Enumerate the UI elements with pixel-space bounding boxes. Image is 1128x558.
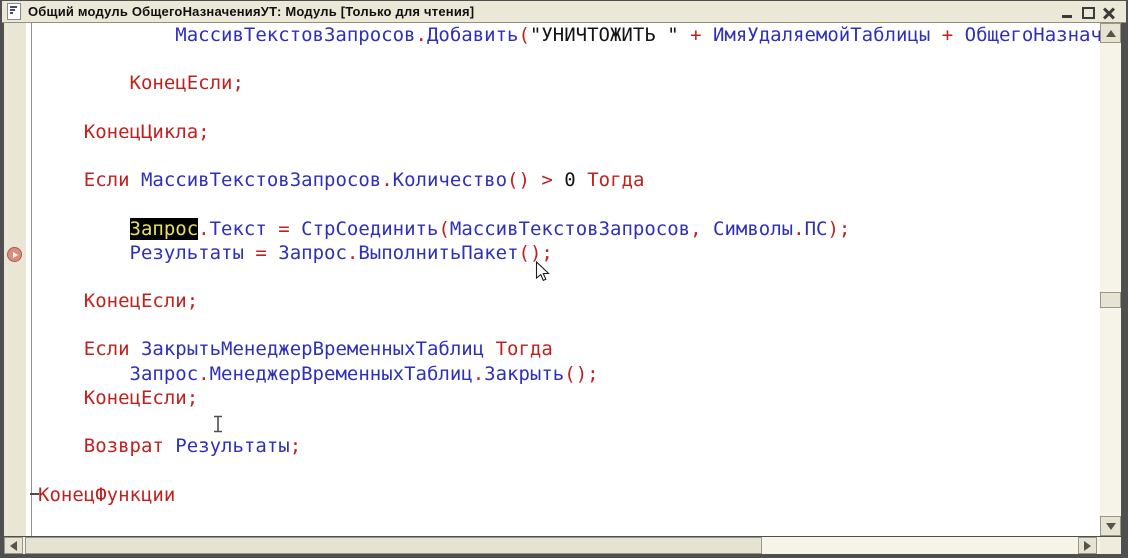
code-line[interactable] [38,47,1100,71]
selected-word[interactable]: Запрос [130,218,199,240]
code-lines: МассивТекстовЗапросов.Добавить("УНИЧТОЖИ… [32,23,1100,507]
maximize-button[interactable] [1081,4,1095,19]
scroll-up-button[interactable] [1100,23,1121,43]
code-line[interactable]: Возврат Результаты; [38,434,1100,458]
code-area[interactable]: МассивТекстовЗапросов.Добавить("УНИЧТОЖИ… [32,23,1100,536]
horizontal-scrollbar[interactable] [4,537,1100,554]
minimize-button[interactable] [1060,4,1074,19]
code-line[interactable]: Запрос.Текст = СтрСоединить(МассивТексто… [38,217,1100,241]
code-line[interactable] [38,144,1100,168]
horizontal-scrollbar-thumb[interactable] [25,537,762,554]
code-line[interactable]: КонецЕсли; [38,289,1100,313]
module-icon [7,3,21,20]
code-line[interactable]: КонецЦикла; [38,120,1100,144]
vertical-scrollbar-thumb[interactable] [1100,292,1121,308]
maximize-icon [1082,7,1095,19]
code-line[interactable]: Если ЗакрытьМенеджерВременныхТаблиц Тогд… [38,337,1100,361]
code-line[interactable] [38,265,1100,289]
current-line-marker-icon [7,247,22,262]
code-line[interactable]: Запрос.МенеджерВременныхТаблиц.Закрыть()… [38,362,1100,386]
scroll-down-icon [1106,523,1116,530]
code-line[interactable]: КонецЕсли; [38,386,1100,410]
scroll-up-icon [1106,30,1116,37]
window-controls [1060,4,1116,19]
scroll-left-icon [10,541,17,551]
close-icon [1103,7,1115,19]
scroll-left-button[interactable] [4,537,23,554]
code-line[interactable] [38,458,1100,482]
module-editor-window: Общий модуль ОбщегоНазначенияУТ: Модуль … [0,0,1128,558]
minimize-icon [1062,15,1072,18]
code-line[interactable] [38,410,1100,434]
scroll-right-icon [1084,541,1091,551]
code-line[interactable]: МассивТекстовЗапросов.Добавить("УНИЧТОЖИ… [38,23,1100,47]
scrollbar-corner [1100,537,1121,554]
titlebar: Общий модуль ОбщегоНазначенияУТ: Модуль … [2,1,1126,23]
code-line[interactable]: Результаты = Запрос.ВыполнитьПакет(); [38,241,1100,265]
scroll-right-button[interactable] [1078,537,1097,554]
code-line[interactable]: КонецЕсли; [38,71,1100,95]
vertical-scrollbar[interactable] [1100,23,1121,536]
fold-end-marker[interactable] [30,493,39,495]
window-title: Общий модуль ОбщегоНазначенияУТ: Модуль … [28,4,474,19]
code-line[interactable]: КонецФункции [38,483,1100,507]
breakpoint-margin[interactable] [4,23,26,536]
code-line[interactable]: Если МассивТекстовЗапросов.Количество() … [38,168,1100,192]
code-line[interactable] [38,192,1100,216]
close-button[interactable] [1102,4,1116,19]
code-line[interactable] [38,313,1100,337]
scroll-down-button[interactable] [1100,516,1121,536]
code-line[interactable] [38,96,1100,120]
